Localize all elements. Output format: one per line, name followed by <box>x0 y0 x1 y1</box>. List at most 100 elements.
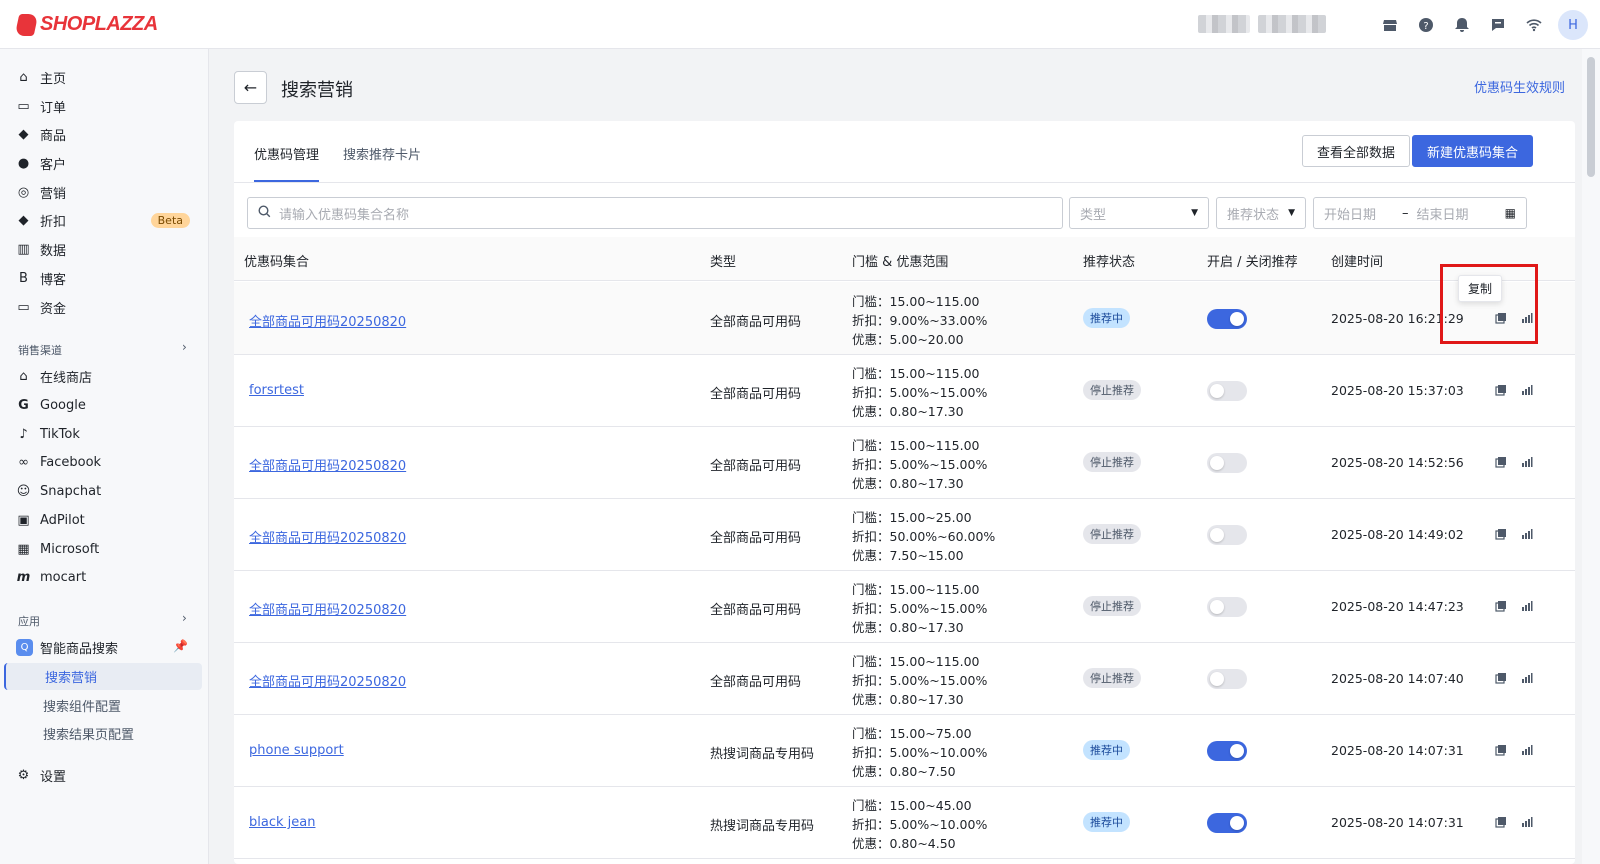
apps-section-label: 应用 <box>18 615 40 628</box>
chart-icon[interactable] <box>1519 454 1535 470</box>
sidebar-item-marketing[interactable]: ◎ 营销 <box>4 179 202 206</box>
status-select[interactable]: 推荐状态 ▼ <box>1216 197 1306 229</box>
tab-coupon-management[interactable]: 优惠码管理 <box>254 144 320 182</box>
coupon-set-link[interactable]: black jean <box>249 815 315 830</box>
sidebar-item-online-store[interactable]: ⌂ 在线商店 <box>4 363 202 390</box>
chart-icon[interactable] <box>1519 598 1535 614</box>
status-placeholder: 推荐状态 <box>1227 207 1280 223</box>
search-input[interactable]: 请输入优惠码集合名称 <box>247 197 1063 229</box>
status-badge: 推荐中 <box>1083 308 1130 328</box>
sidebar-item-finance[interactable]: ▭ 资金 <box>4 294 202 321</box>
table-row[interactable]: forsrtest 全部商品可用码 门槛：15.00~115.00 折扣：5.00%~… <box>234 354 1575 427</box>
back-button[interactable]: ← <box>234 71 267 104</box>
sidebar-item-adpilot[interactable]: ▣ AdPilot <box>4 507 202 534</box>
blog-icon: B <box>19 271 28 286</box>
sidebar-item-customers[interactable]: ● 客户 <box>4 150 202 177</box>
tab-search-recommend-cards[interactable]: 搜索推荐卡片 <box>343 144 421 180</box>
chart-icon[interactable] <box>1519 526 1535 542</box>
coupon-set-link[interactable]: 全部商品可用码20250820 <box>249 455 406 474</box>
recommend-toggle[interactable] <box>1207 813 1247 833</box>
copy-icon[interactable] <box>1493 742 1509 758</box>
sidebar-item-label: 智能商品搜索 <box>40 642 119 657</box>
coupon-set-link[interactable]: forsrtest <box>249 383 304 398</box>
sidebar-item-facebook[interactable]: ∞ Facebook <box>4 449 202 476</box>
copy-icon[interactable] <box>1493 670 1509 686</box>
chart-icon[interactable] <box>1519 670 1535 686</box>
shoplazza-logo-icon <box>14 13 39 36</box>
sidebar-item-blog[interactable]: B 博客 <box>4 265 202 292</box>
chevron-right-icon[interactable]: › <box>182 340 187 354</box>
chat-icon[interactable] <box>1480 10 1516 40</box>
sidebar-item-search-results-config[interactable]: 搜索结果页配置 <box>4 720 202 747</box>
sidebar-item-label: 主页 <box>40 72 67 87</box>
coupon-set-link[interactable]: 全部商品可用码20250820 <box>249 311 406 330</box>
coupon-rules-link[interactable]: 优惠码生效规则 <box>1474 77 1565 96</box>
gear-icon: ⚙ <box>17 768 30 783</box>
sidebar-item-search-widget-config[interactable]: 搜索组件配置 <box>4 692 202 719</box>
recommend-toggle[interactable] <box>1207 669 1247 689</box>
recommend-toggle[interactable] <box>1207 741 1247 761</box>
created-time: 2025-08-20 14:07:31 <box>1331 815 1464 830</box>
avatar[interactable]: H <box>1558 10 1588 40</box>
coupon-set-link[interactable]: 全部商品可用码20250820 <box>249 671 406 690</box>
sidebar-item-mocart[interactable]: m mocart <box>4 564 202 591</box>
sidebar-item-settings[interactable]: ⚙ 设置 <box>4 762 202 789</box>
view-all-data-button[interactable]: 查看全部数据 <box>1302 135 1411 167</box>
sidebar-item-google[interactable]: G Google <box>4 392 202 419</box>
date-range-picker[interactable]: 开始日期 – 结束日期 ▦ <box>1313 197 1527 229</box>
copy-icon[interactable] <box>1493 526 1509 542</box>
copy-icon[interactable] <box>1493 814 1509 830</box>
search-placeholder: 请输入优惠码集合名称 <box>279 207 410 223</box>
recommend-toggle[interactable] <box>1207 453 1247 473</box>
create-coupon-set-button[interactable]: 新建优惠码集合 <box>1412 135 1534 167</box>
sidebar-item-products[interactable]: ◆ 商品 <box>4 121 202 148</box>
table-row[interactable]: 全部商品可用码20250820 全部商品可用码 门槛：15.00~115.00 折扣：… <box>234 642 1575 715</box>
copy-icon[interactable] <box>1493 382 1509 398</box>
chevron-right-icon[interactable]: › <box>182 611 187 625</box>
sidebar-item-search-marketing[interactable]: 搜索营销 <box>4 663 202 690</box>
coupon-set-link[interactable]: 全部商品可用码20250820 <box>249 527 406 546</box>
coupon-set-link[interactable]: phone support <box>249 743 344 758</box>
pin-icon[interactable]: 📌 <box>173 639 188 653</box>
recommend-toggle[interactable] <box>1207 597 1247 617</box>
sidebar-item-label: 搜索结果页配置 <box>43 728 135 743</box>
sidebar-item-orders[interactable]: ▭ 订单 <box>4 93 202 120</box>
recommend-toggle[interactable] <box>1207 381 1247 401</box>
scrollbar-thumb[interactable] <box>1587 57 1595 177</box>
created-time: 2025-08-20 14:07:31 <box>1331 743 1464 758</box>
sidebar-item-discounts[interactable]: ◆ 折扣 Beta <box>4 207 202 234</box>
notification-bell-icon[interactable] <box>1444 10 1480 40</box>
table-row[interactable]: 全部商品可用码20250820 全部商品可用码 门槛：15.00~25.00 折扣：5… <box>234 498 1575 571</box>
status-badge: 推荐中 <box>1083 812 1130 832</box>
sidebar-item-microsoft[interactable]: ▦ Microsoft <box>4 536 202 563</box>
copy-icon[interactable] <box>1493 598 1509 614</box>
wifi-icon[interactable] <box>1516 10 1552 40</box>
sidebar-item-snapchat[interactable]: ☺ Snapchat <box>4 478 202 505</box>
scrollbar[interactable] <box>1582 49 1600 864</box>
toggle-knob <box>1230 744 1244 758</box>
recommend-toggle[interactable] <box>1207 309 1247 329</box>
sidebar-item-analytics[interactable]: ▥ 数据 <box>4 236 202 263</box>
created-time: 2025-08-20 14:52:56 <box>1331 455 1464 470</box>
chart-icon[interactable] <box>1519 742 1535 758</box>
table-row[interactable]: black jean 热搜词商品专用码 门槛：15.00~45.00 折扣：5.00%… <box>234 786 1575 859</box>
coupon-set-link[interactable]: 全部商品可用码20250820 <box>249 599 406 618</box>
chart-icon[interactable] <box>1519 382 1535 398</box>
type-select[interactable]: 类型 ▼ <box>1069 197 1209 229</box>
help-icon[interactable]: ? <box>1408 10 1444 40</box>
copy-icon[interactable] <box>1493 454 1509 470</box>
table-row[interactable]: phone support 热搜词商品专用码 门槛：15.00~75.00 折扣：5.… <box>234 714 1575 787</box>
table-row[interactable]: 全部商品可用码20250820 全部商品可用码 门槛：15.00~115.00 折扣：… <box>234 426 1575 499</box>
table-row[interactable]: 全部商品可用码20250820 全部商品可用码 门槛：15.00~115.00 折扣：… <box>234 282 1575 355</box>
sidebar-item-home[interactable]: ⌂ 主页 <box>4 64 202 91</box>
sidebar-item-smart-search[interactable]: Q 智能商品搜索 📌 <box>4 634 202 661</box>
chart-icon[interactable] <box>1519 814 1535 830</box>
recommend-toggle[interactable] <box>1207 525 1247 545</box>
discount-line: 折扣：5.00%~15.00% <box>852 601 988 616</box>
table-row[interactable]: 全部商品可用码20250820 全部商品可用码 门槛：15.00~115.00 折扣：… <box>234 570 1575 643</box>
sidebar-item-tiktok[interactable]: ♪ TikTok <box>4 421 202 448</box>
brand-name: SHOPLAZZA <box>40 13 158 35</box>
brand-logo[interactable]: SHOPLAZZA <box>14 13 158 36</box>
storefront-icon[interactable] <box>1372 10 1408 40</box>
sidebar-item-label: Snapchat <box>40 484 102 499</box>
